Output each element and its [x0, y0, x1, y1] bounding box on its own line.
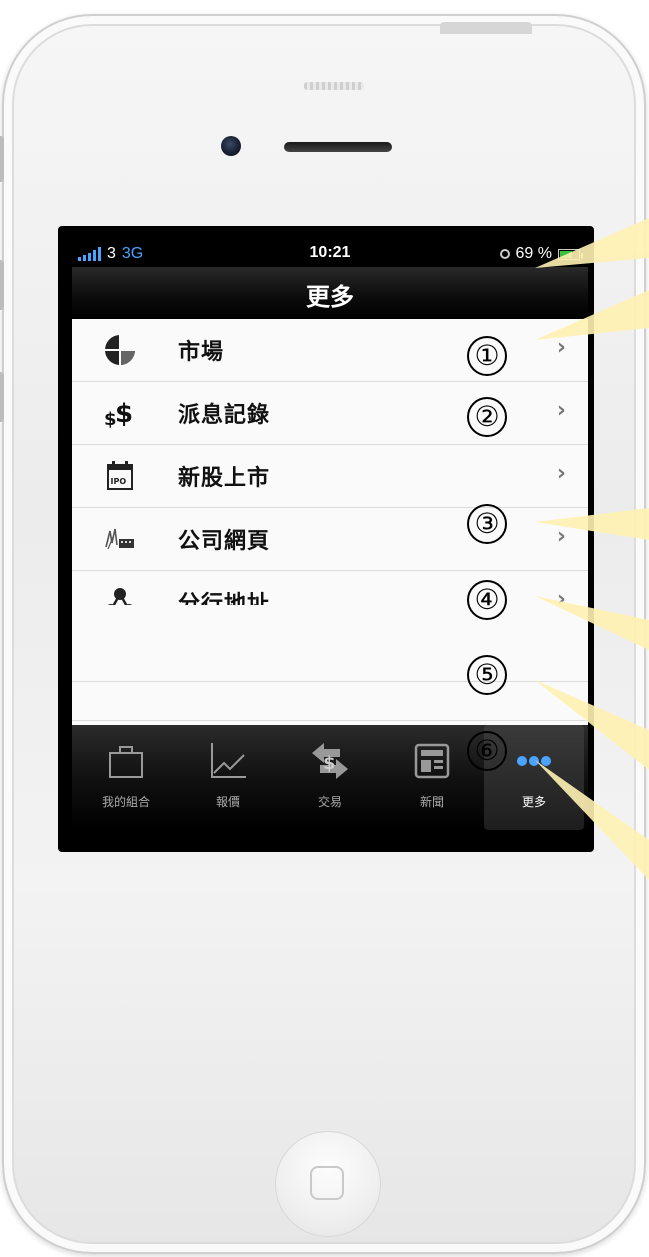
annotation-number-3: ③ [467, 504, 507, 544]
annotation-number-1: ① [467, 336, 507, 376]
annotation-number-4: ④ [467, 580, 507, 620]
annotation-number-2: ② [467, 397, 507, 437]
annotation-number-5: ⑤ [467, 655, 507, 695]
callout-overlay [535, 218, 649, 880]
annotation-number-6: ⑥ [467, 731, 507, 771]
